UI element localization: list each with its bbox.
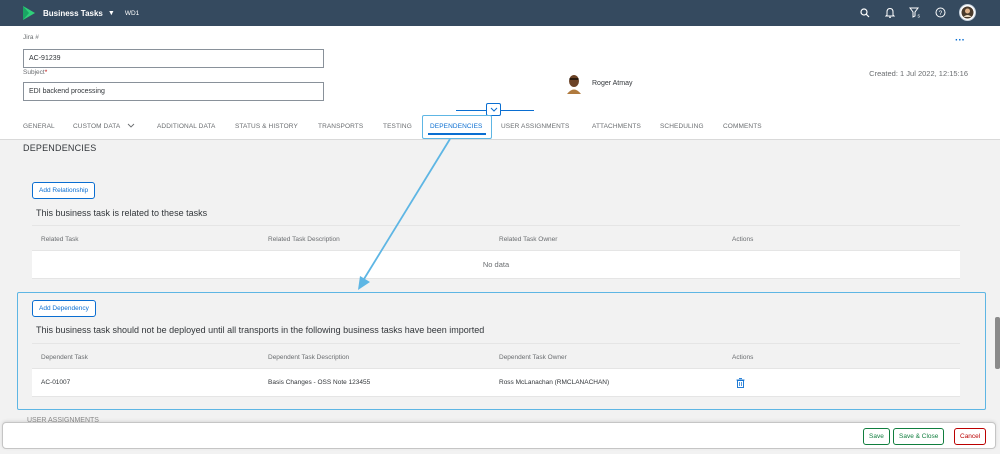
footer-toolbar: Save Save & Close Cancel (2, 422, 996, 449)
callout-arrow (358, 138, 451, 290)
cancel-button[interactable]: Cancel (954, 428, 987, 445)
scrollbar-thumb[interactable] (995, 317, 1000, 369)
save-and-close-button[interactable]: Save & Close (893, 428, 945, 445)
save-button[interactable]: Save (863, 428, 890, 445)
